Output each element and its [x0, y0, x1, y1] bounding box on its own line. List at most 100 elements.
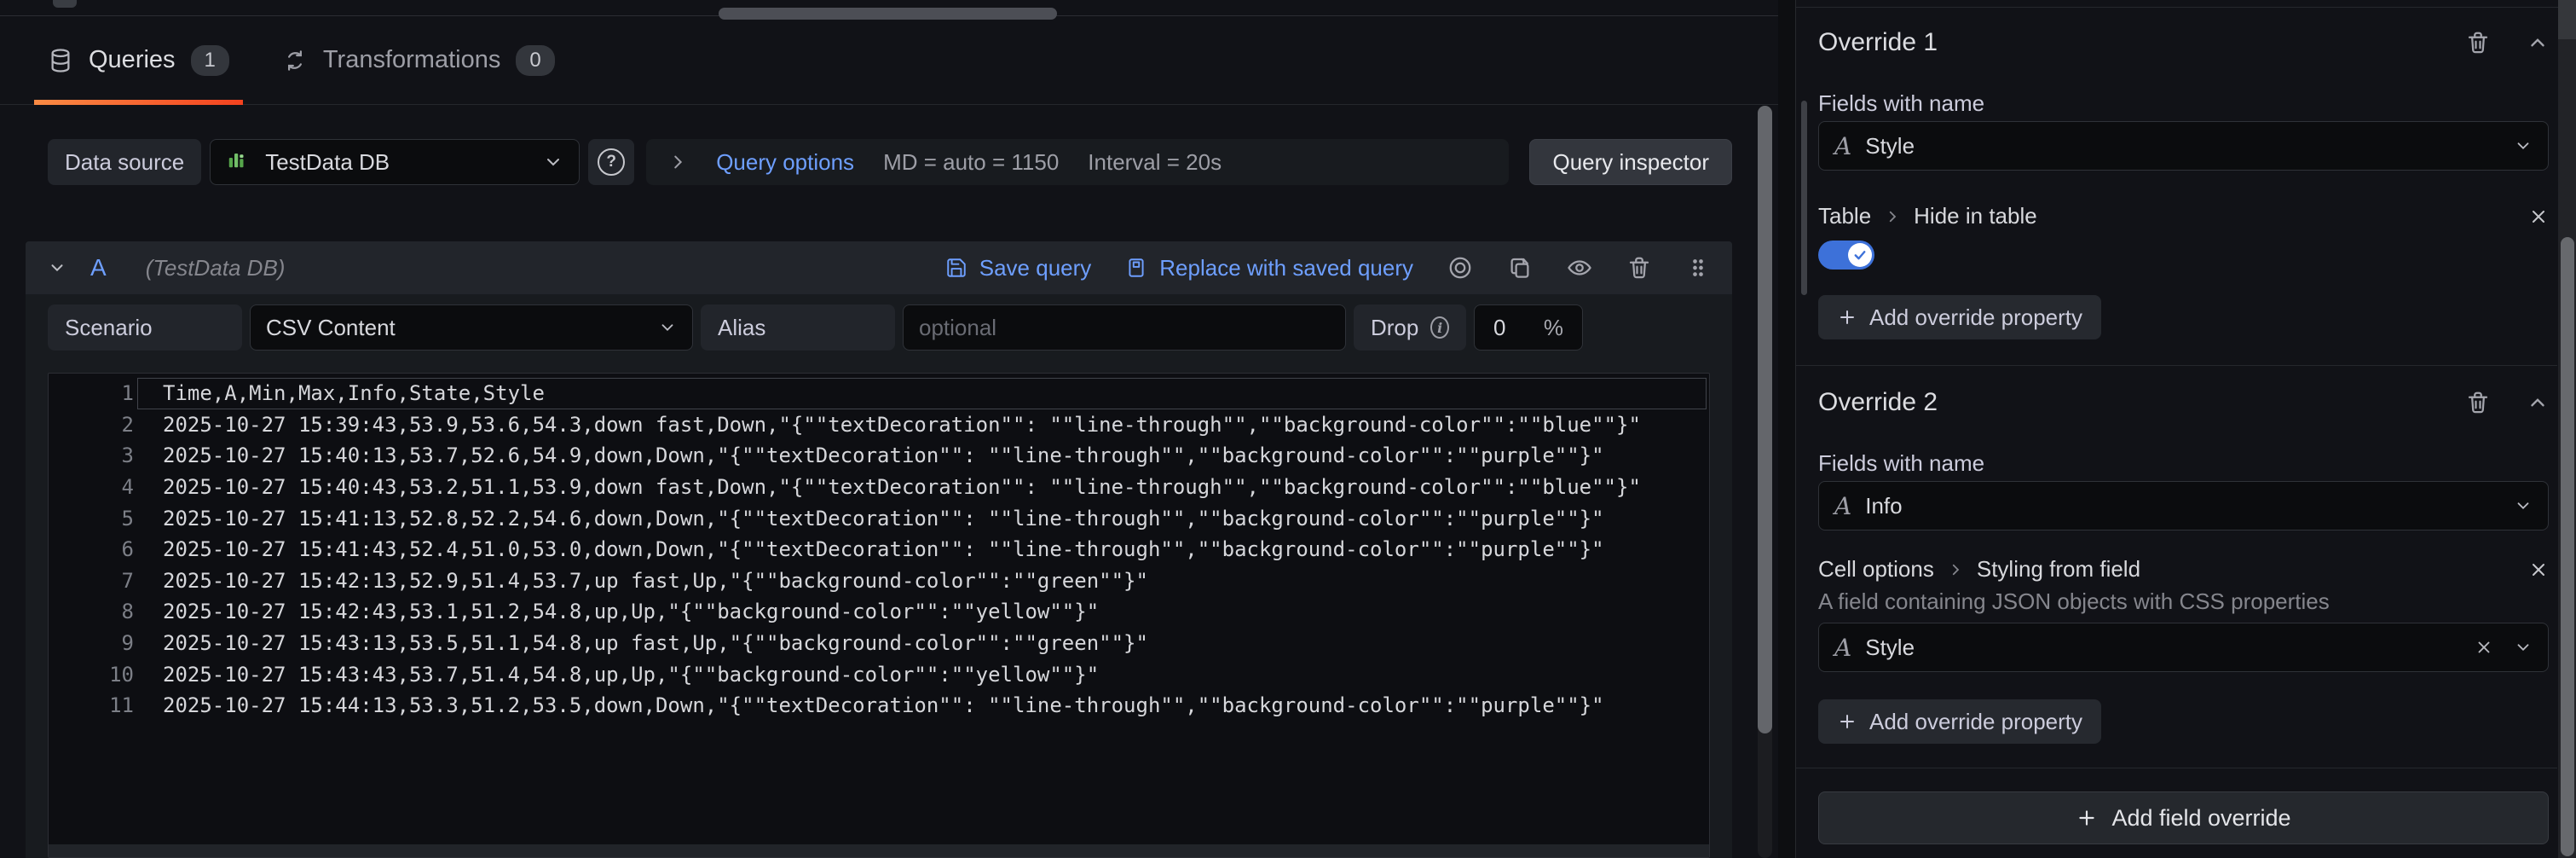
- line-number: 4: [49, 475, 134, 499]
- line-number: 3: [49, 443, 134, 467]
- drop-percent-input[interactable]: [1493, 315, 1528, 341]
- plus-icon: [1837, 711, 1857, 732]
- datasource-label: Data source: [48, 139, 201, 185]
- plus-icon: [2076, 807, 2098, 829]
- delete-query-trash-icon[interactable]: [1626, 255, 1652, 281]
- code-line-text: 2025-10-27 15:40:13,53.7,52.6,54.9,down,…: [134, 443, 1604, 467]
- code-line[interactable]: 1Time,A,Min,Max,Info,State,Style: [49, 378, 1709, 409]
- override-2-add-property-row: Add override property: [1818, 699, 2549, 744]
- hide-in-table-toggle-row: [1818, 241, 2549, 270]
- query-row-actions: Save query Replace with saved query: [945, 255, 1710, 281]
- code-line-text: 2025-10-27 15:44:13,53.3,51.2,53.5,down,…: [134, 693, 1604, 717]
- override-1-matcher-label: Fields with name: [1818, 90, 2549, 117]
- query-editor-body: Scenario CSV Content Alias Drop i: [26, 294, 1732, 858]
- options-pane-scrollbar: [2558, 0, 2576, 858]
- alias-input[interactable]: [903, 304, 1346, 351]
- saved-query-file-icon: [1125, 257, 1147, 279]
- line-number: 8: [49, 600, 134, 623]
- clear-selection-x-icon[interactable]: [2475, 638, 2493, 657]
- add-override-property-button[interactable]: Add override property: [1818, 699, 2101, 744]
- drag-handle-icon[interactable]: [1686, 256, 1710, 280]
- collapse-override-chevron-icon[interactable]: [2527, 391, 2549, 414]
- scenario-value: CSV Content: [266, 315, 396, 341]
- override-1-add-property-row: Add override property: [1818, 295, 2549, 339]
- save-query-button[interactable]: Save query: [945, 255, 1092, 281]
- editor-horizontal-scrollbar[interactable]: [49, 844, 1709, 857]
- tab-queries[interactable]: Queries 1: [34, 16, 243, 104]
- query-row-header[interactable]: A (TestData DB) Save query: [26, 241, 1732, 294]
- override-1-header: Override 1: [1818, 24, 2549, 61]
- property-category: Cell options: [1818, 556, 1934, 583]
- code-line[interactable]: 32025-10-27 15:40:13,53.7,52.6,54.9,down…: [49, 440, 1709, 472]
- code-line-text: 2025-10-27 15:41:13,52.8,52.2,54.6,down,…: [134, 507, 1604, 530]
- code-line[interactable]: 92025-10-27 15:43:13,53.5,51.1,54.8,up f…: [49, 628, 1709, 659]
- query-options-label: Query options: [716, 149, 854, 176]
- query-pane-scrollbar-thumb[interactable]: [1758, 106, 1772, 733]
- styling-field-value: Style: [1865, 635, 1915, 661]
- replace-with-saved-query-button[interactable]: Replace with saved query: [1125, 255, 1413, 281]
- info-icon: i: [1430, 316, 1449, 339]
- property-category: Table: [1818, 203, 1871, 229]
- collapse-override-chevron-icon[interactable]: [2527, 32, 2549, 54]
- code-line-text: 2025-10-27 15:43:43,53.7,51.4,54.8,up,Up…: [134, 663, 1099, 687]
- scenario-select[interactable]: CSV Content: [250, 304, 693, 351]
- override-2-header: Override 2: [1818, 384, 2549, 421]
- add-override-property-label: Add override property: [1869, 304, 2082, 331]
- remove-property-x-icon[interactable]: [2528, 559, 2549, 580]
- help-icon: ?: [598, 148, 625, 176]
- hide-query-eye-icon[interactable]: [1567, 255, 1592, 281]
- options-pane-scrollbar-thumb[interactable]: [2561, 237, 2574, 856]
- collapse-chevron-icon[interactable]: [48, 258, 66, 277]
- tab-count-badge: 0: [516, 45, 554, 76]
- code-line[interactable]: 112025-10-27 15:44:13,53.3,51.2,53.5,dow…: [49, 690, 1709, 722]
- remove-property-x-icon[interactable]: [2528, 206, 2549, 227]
- hide-in-table-toggle[interactable]: [1818, 241, 1874, 270]
- query-row-card: A (TestData DB) Save query: [26, 241, 1732, 858]
- code-line[interactable]: 82025-10-27 15:42:43,53.1,51.2,54.8,up,U…: [49, 596, 1709, 628]
- scenario-row: Scenario CSV Content Alias Drop i: [48, 304, 1710, 351]
- override-divider: [1796, 365, 2557, 366]
- options-inner-scrollbar-thumb[interactable]: [1801, 101, 1807, 295]
- code-line-text: 2025-10-27 15:40:43,53.2,51.1,53.9,down …: [134, 475, 1641, 499]
- tab-transformations[interactable]: Transformations 0: [269, 16, 569, 104]
- string-field-type-icon: A: [1834, 132, 1851, 160]
- override-1-field-value: Style: [1865, 133, 1915, 159]
- pane-divider[interactable]: [1778, 0, 1795, 858]
- code-line[interactable]: 102025-10-27 15:43:43,53.7,51.4,54.8,up,…: [49, 658, 1709, 690]
- property-name: Styling from field: [1977, 556, 2140, 583]
- drop-percent-field: %: [1474, 304, 1583, 351]
- add-override-property-button[interactable]: Add override property: [1818, 295, 2101, 339]
- panel-corner-artifact: [53, 0, 77, 8]
- query-datasource-hint: (TestData DB): [146, 255, 286, 281]
- line-number: 10: [49, 663, 134, 687]
- tab-label: Transformations: [323, 46, 500, 74]
- styling-from-field-description: A field containing JSON objects with CSS…: [1818, 588, 2549, 615]
- override-1-field-select[interactable]: A Style: [1818, 121, 2549, 171]
- code-line[interactable]: 72025-10-27 15:42:13,52.9,51.4,53.7,up f…: [49, 565, 1709, 597]
- concentric-circles-icon[interactable]: [1447, 255, 1473, 281]
- add-field-override-button[interactable]: Add field override: [1818, 791, 2549, 844]
- tab-label: Queries: [89, 46, 176, 74]
- code-line[interactable]: 42025-10-27 15:40:43,53.2,51.1,53.9,down…: [49, 472, 1709, 503]
- query-options-toggle[interactable]: Query options MD = auto = 1150 Interval …: [646, 139, 1509, 185]
- styling-field-select[interactable]: A Style: [1818, 623, 2549, 672]
- code-line[interactable]: 52025-10-27 15:41:13,52.8,52.2,54.6,down…: [49, 502, 1709, 534]
- chevron-down-icon: [2514, 496, 2533, 515]
- duplicate-query-icon[interactable]: [1507, 255, 1533, 281]
- override-2-property-row: Cell options Styling from field: [1818, 556, 2549, 583]
- delete-override-trash-icon[interactable]: [2465, 30, 2491, 55]
- query-inspector-button[interactable]: Query inspector: [1529, 139, 1732, 185]
- code-line[interactable]: 22025-10-27 15:39:43,53.9,53.6,54.3,down…: [49, 409, 1709, 441]
- chevron-down-icon: [2514, 136, 2533, 155]
- datasource-toolbar: Data source TestData DB: [48, 139, 1732, 185]
- pane-resize-strip: [0, 0, 1778, 16]
- editor-tabs: Queries 1 Transformations 0: [0, 16, 1778, 105]
- code-line[interactable]: 62025-10-27 15:41:43,52.4,51.0,53.0,down…: [49, 534, 1709, 565]
- datasource-picker[interactable]: TestData DB: [210, 139, 580, 185]
- options-top-divider: [1796, 7, 2576, 8]
- csv-content-editor[interactable]: 1Time,A,Min,Max,Info,State,Style22025-10…: [48, 373, 1710, 858]
- datasource-help-button[interactable]: ?: [588, 139, 634, 185]
- query-pane-scrollbar: [1758, 106, 1772, 858]
- delete-override-trash-icon[interactable]: [2465, 390, 2491, 415]
- override-2-field-select[interactable]: A Info: [1818, 481, 2549, 530]
